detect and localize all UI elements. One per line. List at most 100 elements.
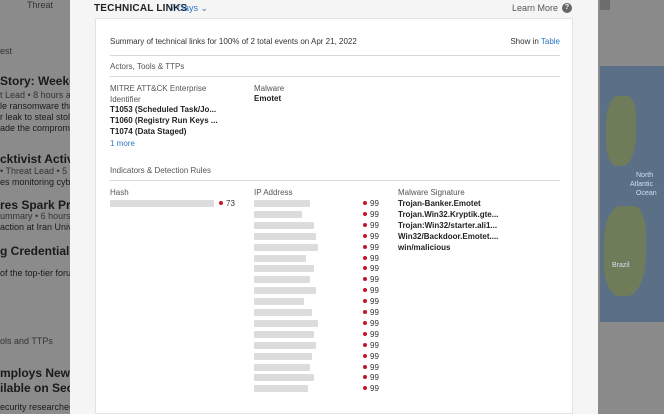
- redacted-ip-address[interactable]: [254, 221, 314, 229]
- risk-score: 99: [370, 308, 379, 317]
- signature-item[interactable]: Trojan:Win32/starter.ali1...: [398, 221, 497, 230]
- risk-dot-icon: [363, 201, 367, 205]
- risk-score: 99: [370, 318, 379, 328]
- chevron-down-icon: ⌄: [200, 3, 209, 13]
- risk-score: 73: [226, 199, 235, 208]
- background-text: es monitoring cybe: [0, 177, 76, 187]
- redacted-ip-address[interactable]: [254, 287, 316, 295]
- signature-item[interactable]: Trojan.Win32.Kryptik.gte...: [398, 210, 498, 219]
- signature-item[interactable]: win/malicious: [398, 243, 450, 252]
- redacted-ip-address[interactable]: [254, 309, 312, 316]
- risk-score: 99: [370, 384, 379, 394]
- technical-links-card: Summary of technical links for 100% of 2…: [95, 18, 573, 414]
- risk-dot-icon: [363, 375, 367, 380]
- redacted-ip-address[interactable]: [254, 385, 308, 393]
- risk-dot-icon: [363, 277, 367, 282]
- show-in-table-link[interactable]: Table: [541, 37, 560, 46]
- redacted-ip-address[interactable]: [254, 330, 314, 338]
- risk-score: 99: [370, 297, 379, 307]
- redacted-ip-address[interactable]: [254, 200, 310, 207]
- background-map: North Atlantic Ocean Brazil: [600, 66, 664, 322]
- background-text: est: [0, 46, 13, 56]
- risk-score: 99: [370, 253, 379, 263]
- redacted-ip-address[interactable]: [254, 319, 318, 327]
- risk-score: 99: [370, 275, 379, 285]
- mitre-label: MITRE ATT&CK Enterprise: [110, 84, 207, 93]
- map-land: [606, 96, 636, 166]
- redacted-ip-address[interactable]: [254, 243, 318, 251]
- risk-dot-icon: [363, 331, 367, 336]
- redacted-ip-address[interactable]: [254, 341, 316, 349]
- background-text: le ransomware thr: [0, 101, 73, 111]
- summary-text: Summary of technical links for 100% of 2…: [110, 37, 357, 46]
- risk-dot-icon: [363, 310, 367, 314]
- hash-label: Hash: [110, 188, 129, 197]
- risk-score: 99: [370, 340, 379, 350]
- background-text: action at Iran Unive: [0, 222, 78, 232]
- risk-dot-icon: [363, 255, 367, 260]
- risk-dot-icon: [363, 244, 367, 249]
- risk-score: 99: [370, 329, 379, 339]
- risk-score: 99: [370, 264, 379, 274]
- map-label: Atlantic: [630, 181, 653, 188]
- redacted-ip-address[interactable]: [254, 265, 314, 273]
- background-text: ols and TTPs: [0, 336, 53, 346]
- mitre-item[interactable]: T1074 (Data Staged): [110, 127, 186, 136]
- background-text: Threat: [27, 0, 54, 10]
- risk-dot-icon: [363, 299, 367, 304]
- risk-dot-icon: [363, 266, 367, 271]
- risk-dot-icon: [363, 320, 367, 325]
- redacted-ip-address[interactable]: [254, 363, 310, 371]
- background-text: ummary • 6 hours: [0, 211, 71, 221]
- signature-item[interactable]: Win32/Backdoor.Emotet....: [398, 232, 498, 241]
- background-text: ade the compromi: [0, 123, 73, 133]
- signature-item[interactable]: Trojan-Banker.Emotet: [398, 199, 481, 208]
- mitre-label-identifier: Identifier: [110, 95, 141, 104]
- divider: [110, 55, 560, 56]
- show-in-label: Show in: [510, 37, 539, 46]
- redacted-ip-address[interactable]: [254, 210, 302, 218]
- risk-score: 99: [370, 209, 379, 219]
- redacted-ip-address[interactable]: [254, 352, 312, 360]
- background-news-feed: Threat est Story: Weeke t Lead • 8 hours ag…: [0, 0, 94, 414]
- risk-score: 99: [370, 351, 379, 361]
- help-icon[interactable]: ?: [562, 3, 572, 13]
- risk-dot-icon: [363, 353, 367, 358]
- mitre-item[interactable]: T1053 (Scheduled Task/Jo...: [110, 105, 216, 114]
- risk-dot-icon: [363, 288, 367, 293]
- map-land: [604, 206, 646, 296]
- risk-score: 99: [370, 286, 379, 296]
- lock-icon: [600, 0, 610, 10]
- divider: [110, 76, 560, 77]
- time-range-label: 7 Days: [170, 3, 199, 13]
- risk-dot-icon: [363, 386, 367, 391]
- redacted-ip-address[interactable]: [254, 254, 306, 262]
- redacted-ip-address[interactable]: [254, 276, 310, 284]
- background-text: Story: Weeke: [0, 74, 76, 88]
- background-text: t Lead • 8 hours ag: [0, 90, 76, 100]
- risk-score: 99: [370, 199, 379, 208]
- risk-score: 99: [370, 242, 379, 252]
- risk-dot-icon: [363, 222, 367, 227]
- risk-dot-icon: [363, 342, 367, 347]
- redacted-ip-address[interactable]: [254, 232, 316, 240]
- indicators-heading: Indicators & Detection Rules: [110, 166, 211, 175]
- risk-score: 99: [370, 220, 379, 230]
- redacted-hash[interactable]: [110, 200, 214, 207]
- malware-item[interactable]: Emotet: [254, 94, 281, 103]
- background-text: ecurity researcher: [0, 402, 73, 412]
- modal-header: TECHNICAL LINKS 7 Days ⌄ Learn More ?: [70, 0, 598, 18]
- time-range-dropdown[interactable]: 7 Days ⌄: [170, 3, 208, 14]
- mitre-item[interactable]: T1060 (Registry Run Keys ...: [110, 116, 218, 125]
- divider: [110, 180, 560, 181]
- map-label: Ocean: [636, 190, 657, 197]
- map-label: Brazil: [612, 262, 630, 269]
- learn-more-link[interactable]: Learn More: [512, 3, 558, 13]
- risk-score: 99: [370, 231, 379, 241]
- background-text: of the top-tier forum: [0, 268, 79, 278]
- redacted-ip-address[interactable]: [254, 298, 304, 306]
- risk-dot-icon: [363, 211, 367, 216]
- redacted-ip-address[interactable]: [254, 374, 314, 382]
- more-link[interactable]: 1 more: [110, 139, 135, 148]
- risk-score: 99: [370, 373, 379, 383]
